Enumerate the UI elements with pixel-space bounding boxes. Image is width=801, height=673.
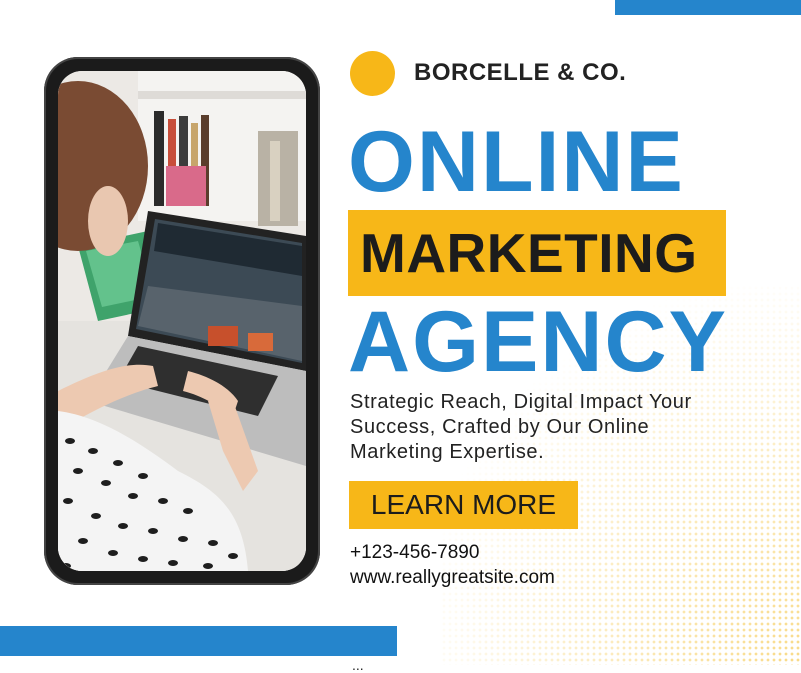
headline-online: ONLINE	[348, 114, 685, 210]
contact-website[interactable]: www.reallygreatsite.com	[350, 567, 555, 589]
brand-logo-dot	[350, 51, 395, 96]
tagline-line: Marketing Expertise.	[350, 441, 545, 463]
tagline-line: Success, Crafted by Our Online	[350, 416, 650, 438]
brand-name: BORCELLE & CO.	[414, 59, 627, 86]
headline-agency: AGENCY	[348, 294, 728, 390]
tagline: Strategic Reach, Digital Impact Your Suc…	[350, 390, 770, 465]
person-laptop-photo	[58, 71, 306, 571]
phone-screen	[58, 71, 306, 571]
headline-marketing: MARKETING	[360, 222, 698, 284]
top-accent-bar	[615, 0, 801, 15]
tagline-line: Strategic Reach, Digital Impact Your	[350, 391, 692, 413]
cut-off-text: ...	[352, 657, 364, 673]
contact-phone: +123-456-7890	[350, 542, 480, 563]
bottom-accent-bar	[0, 626, 397, 656]
phone-frame	[44, 57, 320, 585]
learn-more-button[interactable]: LEARN MORE	[349, 481, 578, 529]
